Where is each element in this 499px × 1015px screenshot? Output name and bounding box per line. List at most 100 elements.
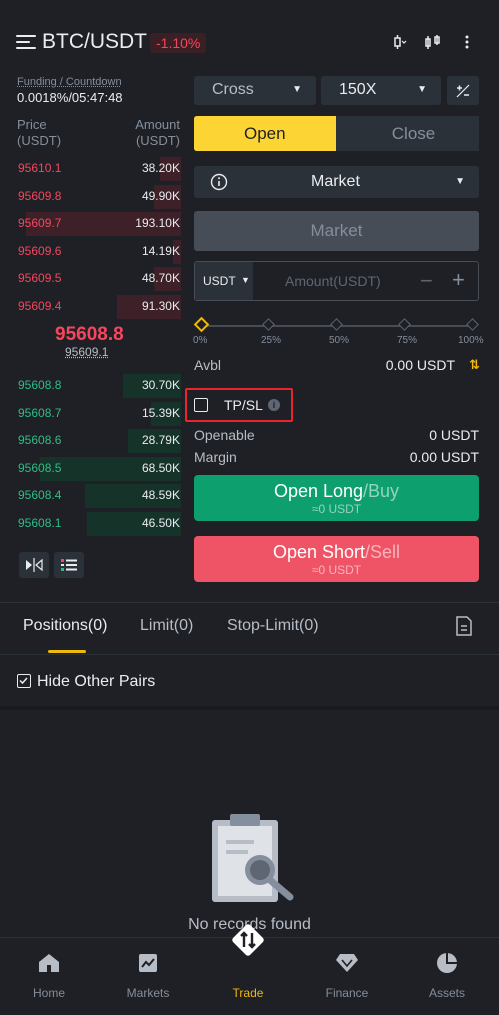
bid-row[interactable]: 95608.5 68.50K (0, 456, 183, 482)
ask-amount: 38.20K (141, 161, 180, 175)
market-price-field: Market (194, 211, 479, 251)
pie-chart-icon (407, 950, 487, 976)
ask-price: 95609.6 (18, 243, 62, 258)
tab-close[interactable]: Close (336, 116, 479, 151)
amount-column-header: Amount (USDT) (135, 117, 180, 148)
bottom-nav: Home Markets Trade Finance Assets (0, 924, 499, 1015)
markets-icon (108, 950, 188, 976)
slider-mark[interactable] (398, 318, 411, 331)
nav-home[interactable]: Home (9, 938, 89, 1000)
open-short-button[interactable]: Open Short/Sell ≈0 USDT (194, 536, 479, 582)
ask-row[interactable]: 95609.8 49.90K (0, 184, 183, 210)
ask-row[interactable]: 95609.5 48.70K (0, 266, 183, 292)
currency-selector[interactable]: USDT ▼ (195, 262, 253, 300)
calculator-button[interactable] (447, 76, 479, 105)
ask-price: 95610.1 (18, 161, 62, 175)
avbl-label: Avbl (194, 357, 221, 373)
mark-price[interactable]: 95609.1 (65, 345, 108, 359)
margin-value: 0.00 USDT (409, 449, 479, 465)
orderbook-layout-button[interactable] (19, 552, 49, 578)
tab-limit[interactable]: Limit(0) (140, 617, 193, 635)
nav-finance[interactable]: Finance (307, 938, 387, 1000)
margin-mode-dropdown[interactable]: Cross ▼ (194, 76, 316, 105)
ask-price: 95609.7 (18, 216, 62, 230)
ask-row[interactable]: 95609.7 193.10K (0, 211, 183, 237)
check-icon (19, 677, 28, 685)
ask-row[interactable]: 95609.6 14.19K (0, 239, 183, 265)
bid-amount: 28.79K (141, 433, 180, 447)
bid-price: 95608.8 (18, 378, 62, 392)
leverage-dropdown[interactable]: 150X ▼ (321, 76, 441, 105)
empty-clipboard-icon (208, 812, 298, 912)
tpsl-label[interactable]: TP/SL (224, 397, 263, 413)
bid-row[interactable]: 95608.4 48.59K (0, 483, 183, 509)
tab-open[interactable]: Open (194, 116, 350, 151)
bid-price: 95608.7 (18, 405, 62, 420)
bid-row[interactable]: 95608.6 28.79K (0, 428, 183, 454)
slider-mark[interactable] (193, 316, 210, 333)
open-long-button[interactable]: Open Long/Buy ≈0 USDT (194, 475, 479, 521)
ask-price: 95609.8 (18, 188, 62, 203)
nav-assets[interactable]: Assets (407, 938, 487, 1000)
home-icon (9, 950, 89, 976)
tabs-divider (0, 654, 499, 655)
slider-label: 75% (397, 335, 418, 346)
last-price[interactable]: 95608.8 (55, 324, 124, 346)
nav-trade[interactable]: Trade (208, 924, 288, 1000)
ask-row[interactable]: 95609.4 91.30K (0, 294, 183, 320)
dual-chart-icon[interactable] (424, 34, 442, 54)
hide-pairs-label[interactable]: Hide Other Pairs (37, 673, 155, 691)
transfer-icon[interactable]: ⇅ (469, 357, 480, 373)
ask-amount: 193.10K (135, 216, 180, 230)
pair-title[interactable]: BTC/USDT (42, 30, 147, 54)
decrease-button[interactable]: − (420, 268, 433, 294)
active-tab-indicator (48, 650, 86, 653)
caret-down-icon: ▼ (241, 275, 250, 285)
margin-label: Margin (194, 449, 237, 465)
menu-icon[interactable] (16, 33, 36, 51)
orderbook-filter-button[interactable] (54, 552, 84, 578)
hide-pairs-checkbox[interactable] (17, 674, 31, 688)
slider-mark[interactable] (330, 318, 343, 331)
more-vertical-icon[interactable] (464, 34, 470, 54)
slider-label: 0% (193, 335, 208, 346)
slider-mark[interactable] (262, 318, 275, 331)
trade-icon (228, 920, 268, 960)
bid-price: 95608.4 (18, 488, 62, 502)
amount-field[interactable]: USDT ▼ Amount(USDT) − + (194, 261, 479, 301)
ask-row[interactable]: 95610.1 38.20K (0, 156, 183, 182)
bid-amount: 30.70K (141, 378, 180, 392)
funding-countdown-value: 0.0018%/05:47:48 (17, 90, 123, 105)
ask-amount: 48.70K (141, 271, 180, 285)
ask-amount: 14.19K (141, 243, 180, 258)
bid-row[interactable]: 95608.8 30.70K (0, 373, 183, 399)
order-type-dropdown[interactable]: Market ▼ (194, 166, 479, 198)
nav-markets[interactable]: Markets (108, 938, 188, 1000)
slider-label: 50% (329, 335, 350, 346)
info-icon (210, 173, 228, 191)
slider-label: 25% (261, 335, 282, 346)
bid-price: 95608.5 (18, 460, 62, 475)
increase-button[interactable]: + (452, 267, 465, 293)
avbl-value: 0.00 USDT (385, 357, 455, 373)
bid-price: 95608.1 (18, 515, 62, 530)
bid-row[interactable]: 95608.1 46.50K (0, 511, 183, 537)
candlestick-chart-icon[interactable] (391, 34, 407, 54)
caret-down-icon: ▼ (292, 84, 302, 95)
ask-amount: 91.30K (141, 298, 180, 313)
tpsl-checkbox[interactable] (194, 398, 208, 412)
order-history-icon[interactable] (455, 616, 473, 641)
funding-countdown-label[interactable]: Funding / Countdown (17, 76, 122, 88)
slider-mark[interactable] (466, 318, 479, 331)
price-change-badge: -1.10% (150, 33, 207, 53)
caret-down-icon: ▼ (455, 176, 465, 187)
info-icon[interactable]: i (268, 399, 280, 411)
tab-positions[interactable]: Positions(0) (23, 617, 107, 635)
ask-price: 95609.5 (18, 271, 62, 285)
bid-amount: 46.50K (141, 515, 180, 530)
amount-placeholder[interactable]: Amount(USDT) (285, 273, 381, 289)
bid-row[interactable]: 95608.7 15.39K (0, 401, 183, 427)
tab-stop-limit[interactable]: Stop-Limit(0) (227, 617, 319, 635)
calculator-icon (456, 84, 470, 97)
bid-price: 95608.6 (18, 433, 62, 447)
